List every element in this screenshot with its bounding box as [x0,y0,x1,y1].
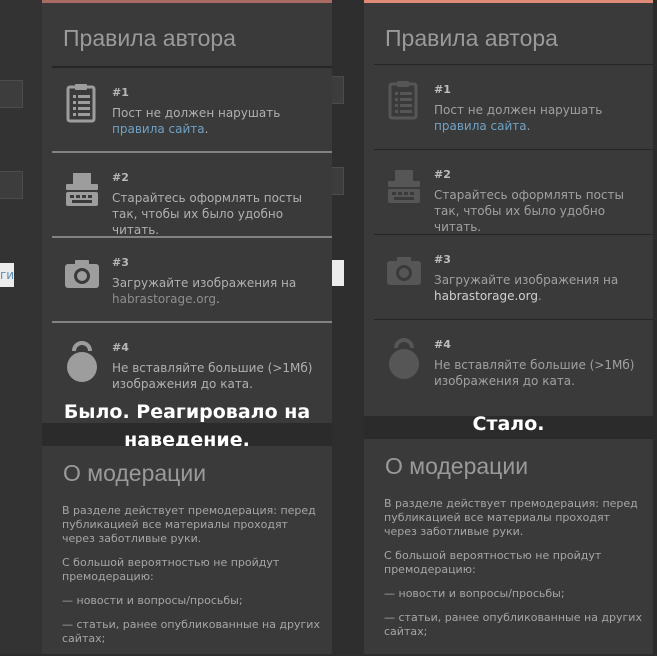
rule-text: Старайтесь оформлять посты так, чтобы их… [112,191,302,237]
moderation-block: О модерации В разделе действует премодер… [42,446,332,654]
rule-number: #1 [112,86,129,99]
author-rules-title: Правила автора [63,25,236,51]
clipboard-icon [384,79,424,123]
rule-item: #2 Старайтесь оформлять посты так, чтобы… [52,151,332,237]
moderation-text: В разделе действует премодерация: перед … [62,504,322,656]
rule-number: #4 [434,338,451,351]
background-input[interactable] [332,76,344,104]
background-highlight-strip [332,260,344,286]
moderation-paragraph: — новости и вопросы/просьбы; [62,594,243,607]
background-page-left: ги [0,0,42,654]
rule-item: #3 Загружайте изображения на habrastorag… [374,234,653,319]
moderation-paragraph: В разделе действует премодерация: перед … [62,504,316,545]
moderation-paragraph: — статьи, ранее опубликованные на других… [62,618,320,645]
site-rules-link[interactable]: правила сайта [434,119,527,133]
moderation-paragraph: — новости и вопросы/просьбы; [384,587,565,600]
rule-text: Пост не должен нарушать правила сайта. [434,103,603,133]
moderation-text: В разделе действует премодерация: перед … [384,497,643,649]
background-input[interactable] [0,171,23,199]
background-input[interactable] [0,80,23,108]
author-rules-title: Правила автора [385,25,558,51]
rule-number: #2 [112,171,129,184]
background-input[interactable] [332,167,344,195]
rule-text: Старайтесь оформлять посты так, чтобы их… [434,188,624,234]
rule-text: Пост не должен нарушать правила сайта. [112,106,281,136]
moderation-title: О модерации [385,453,529,479]
sidebar-before: Правила автора #1 Пост не должен нарушат… [42,0,332,654]
rule-number: #3 [434,253,451,266]
moderation-paragraph: — статьи, ранее опубликованные на других… [384,611,642,638]
weight-icon [62,337,102,382]
habrastorage-link[interactable]: habrastorage.org [112,292,216,306]
rule-item: #1 Пост не должен нарушать правила сайта… [52,66,332,152]
rule-item: #4 Не вставляйте большие (>1Мб) изображе… [52,321,332,407]
moderation-block: О модерации В разделе действует премодер… [364,439,653,654]
moderation-paragraph: С большой вероятностью не пройдут премод… [62,556,280,583]
moderation-paragraph: В разделе действует премодерация: перед … [384,497,638,538]
author-rules-block: Правила автора #1 Пост не должен нарушат… [364,0,653,416]
clipboard-icon [62,82,102,126]
rule-number: #2 [434,168,451,181]
camera-icon [62,252,102,296]
rule-item: #1 Пост не должен нарушать правила сайта… [374,64,653,149]
background-page-right [653,0,657,654]
habrastorage-link[interactable]: habrastorage.org [434,289,538,303]
rule-item: #4 Не вставляйте большие (>1Мб) изображе… [374,319,653,404]
moderation-paragraph: С большой вероятностью не пройдут премод… [384,549,602,576]
rule-item: #2 Старайтесь оформлять посты так, чтобы… [374,149,653,234]
author-rules-block: Правила автора #1 Пост не должен нарушат… [42,0,332,423]
camera-icon [384,249,424,293]
rule-text: Не вставляйте большие (>1Мб) изображения… [112,361,313,391]
background-link-strip[interactable]: ги [0,263,14,287]
rule-number: #4 [112,341,129,354]
moderation-title: О модерации [63,460,207,486]
rule-text: Загружайте изображения на habrastorage.o… [112,276,297,306]
weight-icon [384,334,424,379]
site-rules-link[interactable]: правила сайта [112,122,205,136]
after-caption: Стало. [472,413,545,435]
typewriter-icon [384,164,424,208]
rule-number: #1 [434,83,451,96]
rule-number: #3 [112,256,129,269]
rule-item: #3 Загружайте изображения на habrastorag… [52,236,332,322]
typewriter-icon [62,167,102,211]
sidebar-after: Правила автора #1 Пост не должен нарушат… [364,0,653,654]
rule-text: Загружайте изображения на habrastorage.o… [434,273,619,303]
rule-text: Не вставляйте большие (>1Мб) изображения… [434,358,635,388]
background-page-middle [332,0,364,654]
